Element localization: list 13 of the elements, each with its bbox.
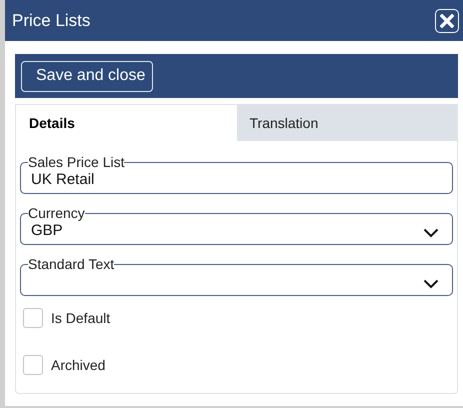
save-and-close-button[interactable]: Save and close (21, 60, 154, 92)
field-label: Standard Text (28, 256, 114, 272)
form-field[interactable]: Currency GBP (20, 205, 453, 245)
form-field[interactable]: Sales Price List UK Retail (20, 154, 453, 194)
field-value: UK Retail (31, 171, 94, 189)
form-field[interactable]: Standard Text (20, 256, 453, 296)
field-value: GBP (31, 222, 63, 240)
tab[interactable]: Translation (236, 105, 457, 141)
checkbox-label: Archived (51, 357, 106, 373)
window-title: Price Lists (12, 10, 90, 30)
checkbox-label: Is Default (51, 310, 110, 326)
field-label: Sales Price List (28, 154, 124, 170)
field-label: Currency (28, 205, 85, 221)
